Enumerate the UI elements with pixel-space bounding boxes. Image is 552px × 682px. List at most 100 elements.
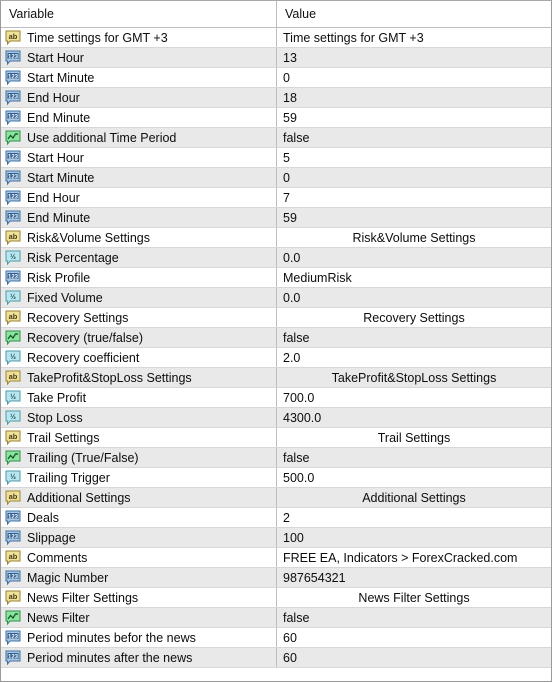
value-cell[interactable]: 987654321 [277,568,551,587]
table-row[interactable]: ½ Fixed Volume 0.0 [1,288,551,308]
variable-cell[interactable]: 123 Risk Profile [1,268,277,287]
variable-cell[interactable]: ½ Fixed Volume [1,288,277,307]
variable-cell[interactable]: 123 End Minute [1,208,277,227]
value-cell[interactable]: 60 [277,648,551,667]
variable-cell[interactable]: News Filter [1,608,277,627]
table-row[interactable]: 123 Deals 2 [1,508,551,528]
value-cell[interactable]: false [277,448,551,467]
table-row[interactable]: 123 Period minutes after the news 60 [1,648,551,668]
column-header-value[interactable]: Value [277,1,551,27]
variable-cell[interactable]: ab Comments [1,548,277,567]
table-row[interactable]: ab News Filter Settings News Filter Settin… [1,588,551,608]
value-cell[interactable]: Risk&Volume Settings [277,228,551,247]
value-cell[interactable]: 0 [277,68,551,87]
value-cell[interactable]: 7 [277,188,551,207]
variable-cell[interactable]: 123 Start Hour [1,48,277,67]
table-row[interactable]: ½ Take Profit 700.0 [1,388,551,408]
variable-cell[interactable]: 123 Start Minute [1,68,277,87]
value-cell[interactable]: false [277,128,551,147]
variable-cell[interactable]: ab TakeProfit&StopLoss Settings [1,368,277,387]
value-cell[interactable]: 60 [277,628,551,647]
table-row[interactable]: 123 Start Minute 0 [1,168,551,188]
variable-cell[interactable]: ab Time settings for GMT +3 [1,28,277,47]
variable-cell[interactable]: 123 End Minute [1,108,277,127]
variable-cell[interactable]: ab Trail Settings [1,428,277,447]
value-cell[interactable]: 59 [277,108,551,127]
variable-cell[interactable]: 123 Start Minute [1,168,277,187]
value-cell[interactable]: 700.0 [277,388,551,407]
table-row[interactable]: Trailing (True/False) false [1,448,551,468]
table-row[interactable]: 123 Period minutes befor the news 60 [1,628,551,648]
table-row[interactable]: 123 Start Minute 0 [1,68,551,88]
table-row[interactable]: 123 Risk Profile MediumRisk [1,268,551,288]
value-cell[interactable]: 0.0 [277,288,551,307]
table-row[interactable]: ½ Recovery coefficient 2.0 [1,348,551,368]
value-cell[interactable]: 59 [277,208,551,227]
variable-cell[interactable]: ab Risk&Volume Settings [1,228,277,247]
table-row[interactable]: 123 End Minute 59 [1,108,551,128]
value-cell[interactable]: 500.0 [277,468,551,487]
value-cell[interactable]: MediumRisk [277,268,551,287]
value-cell[interactable]: 18 [277,88,551,107]
inputs-parameter-table[interactable]: Variable Value ab Time settings for GMT +… [0,0,552,682]
variable-cell[interactable]: 123 End Hour [1,88,277,107]
variable-cell[interactable]: ½ Recovery coefficient [1,348,277,367]
value-cell[interactable]: Recovery Settings [277,308,551,327]
table-row[interactable]: ab Additional Settings Additional Settings [1,488,551,508]
variable-cell[interactable]: ½ Take Profit [1,388,277,407]
variable-cell[interactable]: ab News Filter Settings [1,588,277,607]
variable-cell[interactable]: 123 Period minutes after the news [1,648,277,667]
value-cell[interactable]: Additional Settings [277,488,551,507]
value-cell[interactable]: 100 [277,528,551,547]
variable-cell[interactable]: 123 Period minutes befor the news [1,628,277,647]
value-cell[interactable]: 2.0 [277,348,551,367]
value-cell[interactable]: 5 [277,148,551,167]
variable-cell[interactable]: Use additional Time Period [1,128,277,147]
table-row[interactable]: ½ Stop Loss 4300.0 [1,408,551,428]
value-cell[interactable]: 4300.0 [277,408,551,427]
value-cell[interactable]: 13 [277,48,551,67]
variable-cell[interactable]: 123 End Hour [1,188,277,207]
table-row[interactable]: 123 End Hour 18 [1,88,551,108]
value-cell[interactable]: 0.0 [277,248,551,267]
table-row[interactable]: ab Time settings for GMT +3 Time settings … [1,28,551,48]
table-row[interactable]: 123 Slippage 100 [1,528,551,548]
variable-cell[interactable]: 123 Slippage [1,528,277,547]
variable-cell[interactable]: 123 Magic Number [1,568,277,587]
table-row[interactable]: ½ Trailing Trigger 500.0 [1,468,551,488]
variable-cell[interactable]: ab Additional Settings [1,488,277,507]
table-row[interactable]: ab Trail Settings Trail Settings [1,428,551,448]
table-row[interactable]: 123 End Hour 7 [1,188,551,208]
column-header-variable[interactable]: Variable [1,1,277,27]
variable-cell[interactable]: Recovery (true/false) [1,328,277,347]
value-cell[interactable]: false [277,608,551,627]
value-cell[interactable]: 2 [277,508,551,527]
table-row[interactable]: Recovery (true/false) false [1,328,551,348]
value-cell[interactable]: TakeProfit&StopLoss Settings [277,368,551,387]
value-cell[interactable]: Time settings for GMT +3 [277,28,551,47]
value-cell[interactable]: News Filter Settings [277,588,551,607]
variable-cell[interactable]: ½ Risk Percentage [1,248,277,267]
variable-cell[interactable]: Trailing (True/False) [1,448,277,467]
table-row[interactable]: News Filter false [1,608,551,628]
value-cell[interactable]: false [277,328,551,347]
table-row[interactable]: 123 Start Hour 5 [1,148,551,168]
table-row[interactable]: ab Comments FREE EA, Indicators > ForexCra… [1,548,551,568]
table-row[interactable]: 123 End Minute 59 [1,208,551,228]
table-row[interactable]: Use additional Time Period false [1,128,551,148]
value-cell[interactable]: Trail Settings [277,428,551,447]
table-row[interactable]: 123 Magic Number 987654321 [1,568,551,588]
value-cell[interactable]: 0 [277,168,551,187]
variable-label: News Filter Settings [27,590,139,605]
value-cell[interactable]: FREE EA, Indicators > ForexCracked.com [277,548,551,567]
variable-cell[interactable]: ½ Trailing Trigger [1,468,277,487]
variable-cell[interactable]: ab Recovery Settings [1,308,277,327]
table-row[interactable]: ab TakeProfit&StopLoss Settings TakeProfit… [1,368,551,388]
variable-cell[interactable]: 123 Start Hour [1,148,277,167]
variable-cell[interactable]: ½ Stop Loss [1,408,277,427]
variable-cell[interactable]: 123 Deals [1,508,277,527]
table-row[interactable]: ab Risk&Volume Settings Risk&Volume Settin… [1,228,551,248]
table-row[interactable]: ab Recovery Settings Recovery Settings [1,308,551,328]
table-row[interactable]: 123 Start Hour 13 [1,48,551,68]
table-row[interactable]: ½ Risk Percentage 0.0 [1,248,551,268]
